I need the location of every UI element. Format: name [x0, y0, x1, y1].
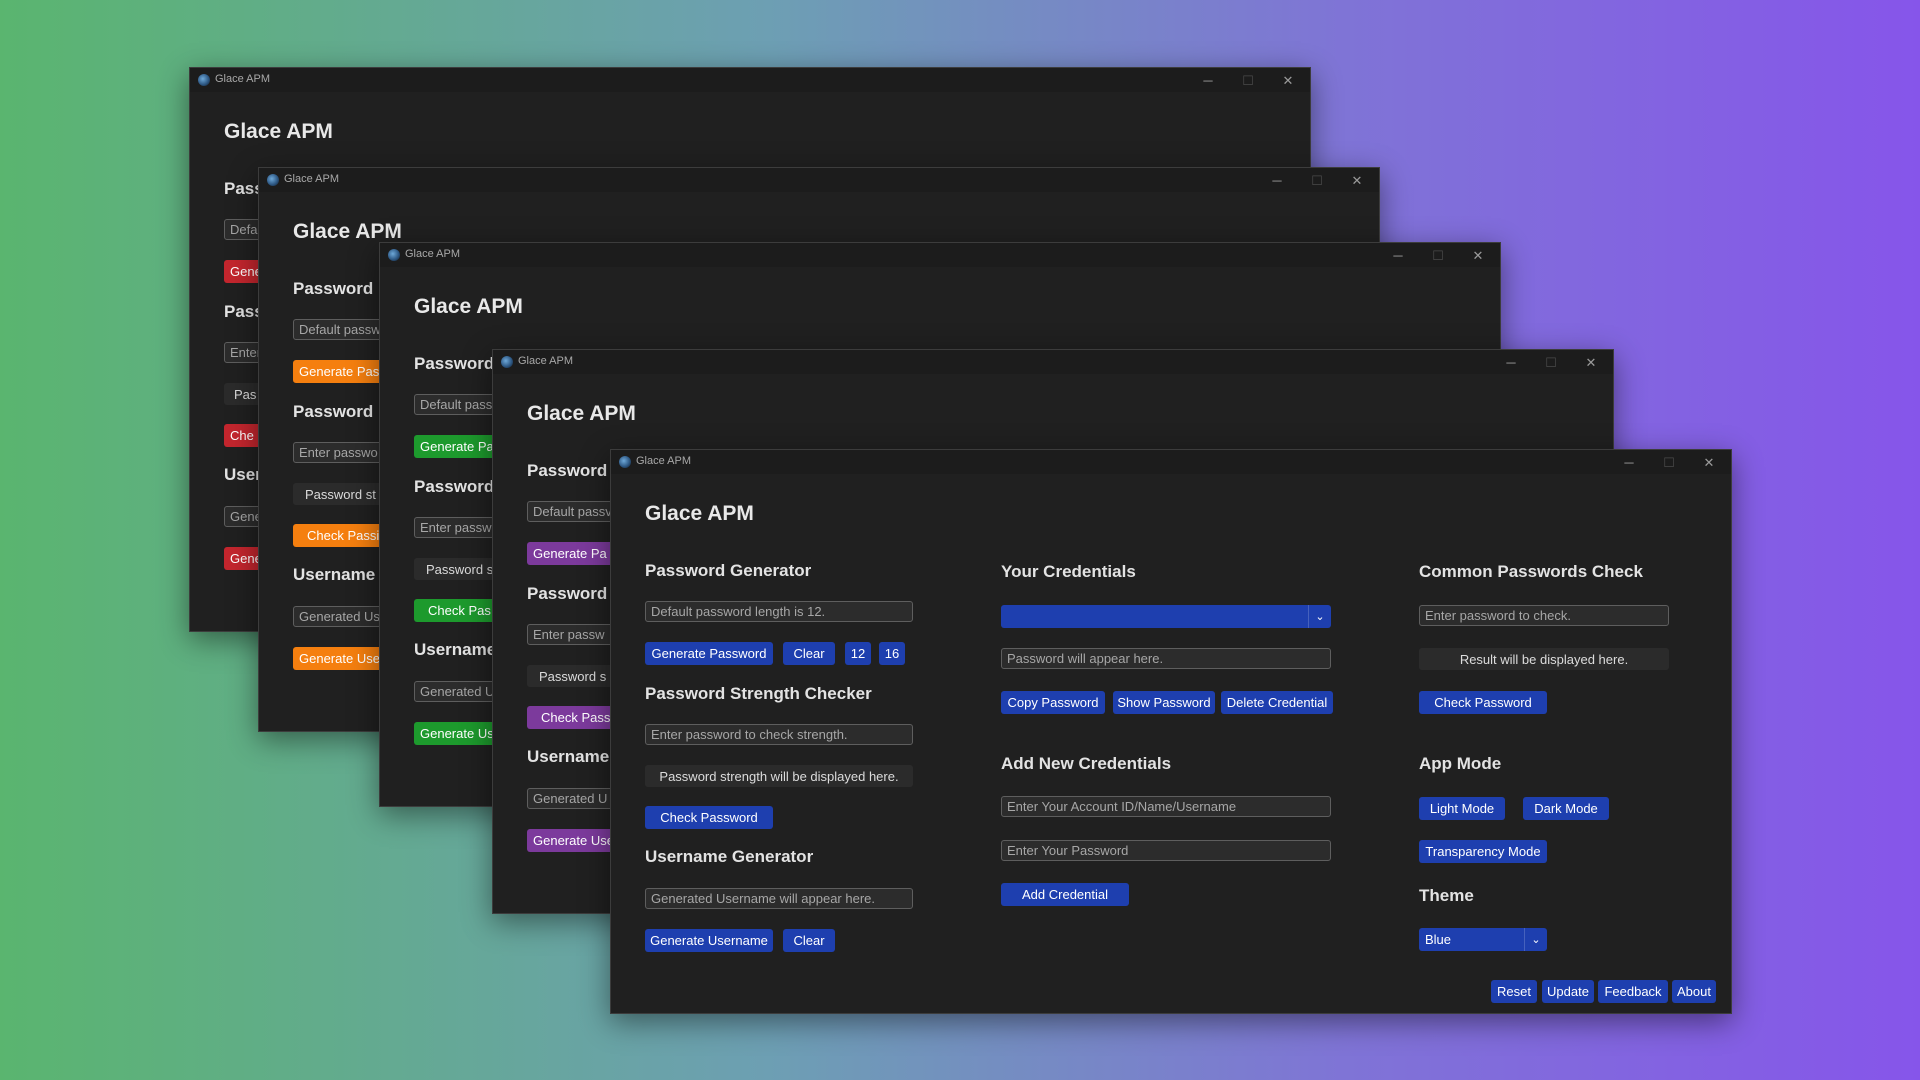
title-bar: Glace APM ─ ☐ ✕: [493, 350, 1613, 374]
app-title: Glace APM: [224, 120, 333, 143]
add-credentials-heading: Add New Credentials: [1001, 754, 1172, 773]
transparency-mode-button[interactable]: Transparency Mode: [1419, 840, 1547, 863]
close-icon[interactable]: ✕: [1697, 452, 1721, 472]
check-strength-button[interactable]: Check Password: [645, 806, 773, 829]
maximize-icon[interactable]: ☐: [1426, 245, 1450, 265]
minimize-icon[interactable]: ─: [1265, 170, 1289, 190]
app-logo-icon: [267, 174, 279, 186]
password-generator-heading: Password Generator: [645, 561, 812, 580]
section-heading: Username: [527, 747, 610, 766]
chevron-down-icon[interactable]: ⌄: [1308, 605, 1331, 628]
window-title: Glace APM: [215, 73, 271, 85]
section-heading: Username: [293, 565, 376, 584]
chevron-down-icon[interactable]: ⌄: [1524, 928, 1547, 951]
window-title: Glace APM: [636, 455, 692, 467]
common-password-input[interactable]: Enter password to check.: [1419, 605, 1669, 626]
theme-heading: Theme: [1419, 886, 1474, 905]
title-bar: Glace APM ─ ☐ ✕: [380, 243, 1500, 267]
maximize-icon[interactable]: ☐: [1305, 170, 1329, 190]
feedback-button[interactable]: Feedback: [1598, 980, 1668, 1003]
app-title: Glace APM: [414, 295, 523, 318]
dark-mode-button[interactable]: Dark Mode: [1523, 797, 1609, 820]
theme-select[interactable]: Blue ⌄: [1419, 928, 1547, 951]
theme-select-value: Blue: [1425, 932, 1452, 947]
window-title: Glace APM: [518, 355, 574, 367]
length-16-button[interactable]: 16: [879, 642, 905, 665]
title-bar: Glace APM ─ ☐ ✕: [190, 68, 1310, 92]
section-heading: Password: [527, 584, 608, 603]
section-heading: Password: [414, 354, 495, 373]
password-length-input[interactable]: Default password length is 12.: [645, 601, 913, 622]
section-heading: Password: [527, 461, 608, 480]
check-common-button[interactable]: Check Password: [1419, 691, 1547, 714]
close-icon[interactable]: ✕: [1466, 245, 1490, 265]
maximize-icon[interactable]: ☐: [1539, 352, 1563, 372]
delete-credential-button[interactable]: Delete Credential: [1221, 691, 1333, 714]
minimize-icon[interactable]: ─: [1386, 245, 1410, 265]
common-passwords-heading: Common Passwords Check: [1419, 562, 1643, 581]
window-title: Glace APM: [405, 248, 461, 260]
minimize-icon[interactable]: ─: [1196, 70, 1220, 90]
show-password-button[interactable]: Show Password: [1113, 691, 1215, 714]
credential-password-output[interactable]: Password will appear here.: [1001, 648, 1331, 669]
close-icon[interactable]: ✕: [1579, 352, 1603, 372]
strength-input[interactable]: Enter password to check strength.: [645, 724, 913, 745]
copy-password-button[interactable]: Copy Password: [1001, 691, 1105, 714]
maximize-icon[interactable]: ☐: [1657, 452, 1681, 472]
length-12-button[interactable]: 12: [845, 642, 871, 665]
section-heading: Password: [293, 402, 374, 421]
add-credential-button[interactable]: Add Credential: [1001, 883, 1129, 906]
section-heading: Username: [414, 640, 497, 659]
generate-password-button[interactable]: Generate Password: [645, 642, 773, 665]
common-check-result: Result will be displayed here.: [1419, 648, 1669, 670]
light-mode-button[interactable]: Light Mode: [1419, 797, 1505, 820]
app-logo-icon: [619, 456, 631, 468]
close-icon[interactable]: ✕: [1345, 170, 1369, 190]
username-output[interactable]: Generated Username will appear here.: [645, 888, 913, 909]
strength-checker-heading: Password Strength Checker: [645, 684, 872, 703]
clear-username-button[interactable]: Clear: [783, 929, 835, 952]
clear-password-button[interactable]: Clear: [783, 642, 835, 665]
close-icon[interactable]: ✕: [1276, 70, 1300, 90]
app-title: Glace APM: [293, 220, 402, 243]
section-heading: Password: [293, 279, 374, 298]
credentials-select[interactable]: ⌄: [1001, 605, 1331, 628]
app-logo-icon: [501, 356, 513, 368]
window-title: Glace APM: [284, 173, 340, 185]
reset-button[interactable]: Reset: [1491, 980, 1537, 1003]
your-credentials-heading: Your Credentials: [1001, 562, 1136, 581]
username-generator-heading: Username Generator: [645, 847, 814, 866]
account-input[interactable]: Enter Your Account ID/Name/Username: [1001, 796, 1331, 817]
app-title: Glace APM: [527, 402, 636, 425]
new-password-input[interactable]: Enter Your Password: [1001, 840, 1331, 861]
app-mode-heading: App Mode: [1419, 754, 1502, 773]
minimize-icon[interactable]: ─: [1617, 452, 1641, 472]
title-bar: Glace APM ─ ☐ ✕: [259, 168, 1379, 192]
section-heading: User: [224, 465, 262, 484]
app-logo-icon: [198, 74, 210, 86]
minimize-icon[interactable]: ─: [1499, 352, 1523, 372]
strength-result: Password strength will be displayed here…: [645, 765, 913, 787]
generate-username-button[interactable]: Generate Username: [645, 929, 773, 952]
about-button[interactable]: About: [1672, 980, 1716, 1003]
app-title: Glace APM: [645, 502, 754, 525]
section-heading: Password: [414, 477, 495, 496]
title-bar: Glace APM ─ ☐ ✕: [611, 450, 1731, 474]
update-button[interactable]: Update: [1542, 980, 1594, 1003]
maximize-icon[interactable]: ☐: [1236, 70, 1260, 90]
app-window-main: Glace APM ─ ☐ ✕ Glace APM Password Gener…: [610, 449, 1732, 1014]
app-logo-icon: [388, 249, 400, 261]
